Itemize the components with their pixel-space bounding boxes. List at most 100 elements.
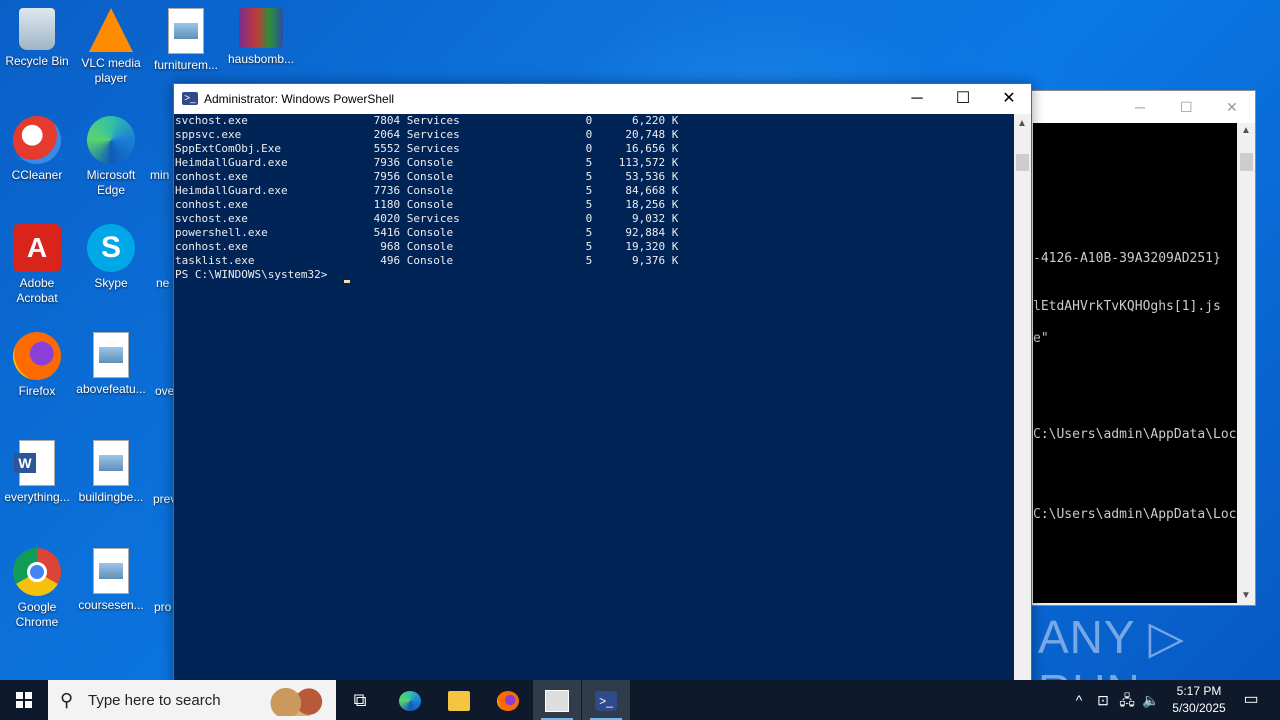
powershell-icon: >_	[182, 92, 198, 105]
background-console-window[interactable]: ─ ☐ ✕ -4126-A10B-39A3209AD251} lEtdAHVrk…	[1016, 90, 1256, 606]
taskbar: ⚲ Type here to search ⧉ >_ ^ ⊡ 🖧 🔈 5:17 …	[0, 680, 1280, 720]
scroll-thumb[interactable]	[1016, 154, 1029, 171]
scroll-up-arrow-icon[interactable]: ▲	[1241, 125, 1251, 136]
powershell-icon: >_	[595, 691, 617, 712]
network-icon[interactable]: 🖧	[1116, 680, 1138, 720]
firefox-icon	[13, 332, 61, 380]
powershell-console[interactable]: svchost.exe 7804 Services 0 6,220 K spps…	[174, 114, 1014, 684]
desktop-icon-label: pro	[154, 600, 172, 614]
desktop-icon-adobe-acrobat[interactable]: A Adobe Acrobat	[1, 224, 73, 306]
desktop-icon-ne[interactable]: ne	[156, 224, 174, 291]
console-line: SppExtComObj.Exe 5552 Services 0 16,656 …	[175, 142, 679, 155]
acrobat-icon: A	[13, 224, 61, 272]
desktop-icon-google-chrome[interactable]: Google Chrome	[1, 548, 73, 630]
image-file-icon	[93, 440, 129, 486]
vlc-icon	[89, 8, 133, 52]
taskbar-file-explorer[interactable]	[435, 680, 483, 720]
back-console-line: C:\Users\admin\AppData\Loc	[1033, 427, 1237, 442]
close-button[interactable]: ✕	[986, 84, 1032, 114]
minimize-button[interactable]: ─	[894, 84, 940, 114]
search-placeholder: Type here to search	[88, 692, 221, 709]
desktop-icon-label: VLC media player	[81, 56, 141, 85]
desktop-icon-label: Microsoft Edge	[86, 168, 136, 197]
desktop-icon-label: ne	[156, 276, 170, 290]
desktop-icon-label: furniturem...	[153, 58, 219, 72]
ccleaner-icon	[13, 116, 61, 164]
taskbar-search-box[interactable]: ⚲ Type here to search	[48, 680, 336, 720]
text-cursor	[344, 280, 350, 283]
folder-icon	[448, 691, 470, 712]
desktop-icon-edge[interactable]: Microsoft Edge	[75, 116, 147, 198]
taskbar-powershell[interactable]: >_	[582, 680, 630, 720]
back-scrollbar[interactable]: ▲ ▼	[1238, 123, 1255, 603]
desktop-icon-coursesen[interactable]: coursesen...	[75, 548, 147, 613]
desktop-icon-ccleaner[interactable]: CCleaner	[1, 116, 73, 183]
powershell-window[interactable]: >_ Administrator: Windows PowerShell ─ ☐…	[173, 83, 1032, 685]
console-line: powershell.exe 5416 Console 5 92,884 K	[175, 226, 679, 239]
window-title: Administrator: Windows PowerShell	[204, 92, 395, 106]
desktop-icon-label: everything...	[4, 490, 70, 504]
console-line: conhost.exe 1180 Console 5 18,256 K	[175, 198, 679, 211]
edge-icon	[87, 116, 135, 164]
desktop-icon-ove[interactable]: ove	[155, 332, 174, 399]
console-line: conhost.exe 7956 Console 5 53,536 K	[175, 170, 679, 183]
taskbar-firefox[interactable]	[484, 680, 532, 720]
back-maximize-button[interactable]: ☐	[1180, 99, 1193, 116]
desktop-icon-abovefeatu[interactable]: abovefeatu...	[75, 332, 147, 397]
desktop-icon-label: coursesen...	[78, 598, 144, 612]
desktop-icon-firefox[interactable]: Firefox	[1, 332, 73, 399]
skype-icon: S	[87, 224, 135, 272]
recycle-bin-icon	[19, 8, 55, 50]
desktop-icon-vlc[interactable]: VLC media player	[75, 8, 147, 86]
chrome-icon	[13, 548, 61, 596]
back-close-button[interactable]: ✕	[1226, 99, 1238, 116]
desktop-icon-prev[interactable]: prev	[153, 440, 174, 507]
taskbar-edge[interactable]	[386, 680, 434, 720]
console-line: svchost.exe 4020 Services 0 9,032 K	[175, 212, 679, 225]
taskbar-clock[interactable]: 5:17 PM 5/30/2025	[1160, 683, 1238, 717]
scroll-thumb[interactable]	[1240, 153, 1253, 171]
powershell-scrollbar[interactable]: ▲	[1014, 114, 1031, 684]
desktop-icon-furniturem[interactable]: furniturem...	[150, 8, 222, 73]
desktop-icon-pro[interactable]: pro	[154, 548, 174, 615]
desktop-icon-label: ove	[155, 384, 174, 398]
maximize-button[interactable]: ☐	[940, 84, 986, 114]
taskbar-console-app[interactable]	[533, 680, 581, 720]
desktop-icon-recycle-bin[interactable]: Recycle Bin	[1, 8, 73, 69]
desktop-icon-label: Skype	[94, 276, 128, 290]
scroll-down-arrow-icon[interactable]: ▼	[1241, 590, 1251, 601]
tray-device-icon[interactable]: ⊡	[1092, 680, 1114, 720]
back-console-line: lEtdAHVrkTvKQHOghs[1].js	[1033, 299, 1221, 314]
desktop-icon-label: Adobe Acrobat	[16, 276, 58, 305]
back-minimize-button[interactable]: ─	[1135, 99, 1145, 115]
search-icon: ⚲	[60, 690, 74, 710]
task-view-icon: ⧉	[353, 690, 367, 710]
desktop-icon-everything[interactable]: everything...	[1, 440, 73, 505]
scroll-up-arrow-icon[interactable]: ▲	[1017, 118, 1027, 129]
desktop-icon-label: abovefeatu...	[76, 382, 146, 396]
volume-icon[interactable]: 🔈	[1140, 680, 1162, 720]
desktop-icon-label: Firefox	[18, 384, 56, 398]
console-line: svchost.exe 7804 Services 0 6,220 K	[175, 114, 679, 127]
notification-center-icon[interactable]: ▭	[1236, 680, 1266, 720]
console-line: sppsvc.exe 2064 Services 0 20,748 K	[175, 128, 679, 141]
desktop-icon-label: Google Chrome	[15, 600, 59, 629]
desktop-icon-hausbomb[interactable]: hausbomb...	[225, 8, 297, 67]
back-window-titlebar[interactable]: ─ ☐ ✕	[1017, 91, 1255, 123]
image-file-icon	[93, 332, 129, 378]
console-line: HeimdallGuard.exe 7736 Console 5 84,668 …	[175, 184, 679, 197]
desktop-icon-min[interactable]: min	[150, 116, 174, 183]
back-console-line: e"	[1033, 331, 1049, 346]
desktop-icon-buildingbe[interactable]: buildingbe...	[75, 440, 147, 505]
prompt-line: PS C:\WINDOWS\system32>	[175, 268, 334, 281]
desktop-icon-label: prev	[153, 492, 174, 506]
task-view-button[interactable]: ⧉	[336, 680, 384, 720]
desktop-icon-skype[interactable]: S Skype	[75, 224, 147, 291]
start-button[interactable]	[0, 680, 48, 720]
tray-chevron-icon[interactable]: ^	[1068, 680, 1090, 720]
image-file-icon	[93, 548, 129, 594]
windows-logo-icon	[16, 692, 32, 708]
desktop-icon-label: hausbomb...	[227, 52, 295, 66]
console-line: conhost.exe 968 Console 5 19,320 K	[175, 240, 679, 253]
powershell-titlebar[interactable]: >_ Administrator: Windows PowerShell ─ ☐…	[174, 84, 1031, 114]
